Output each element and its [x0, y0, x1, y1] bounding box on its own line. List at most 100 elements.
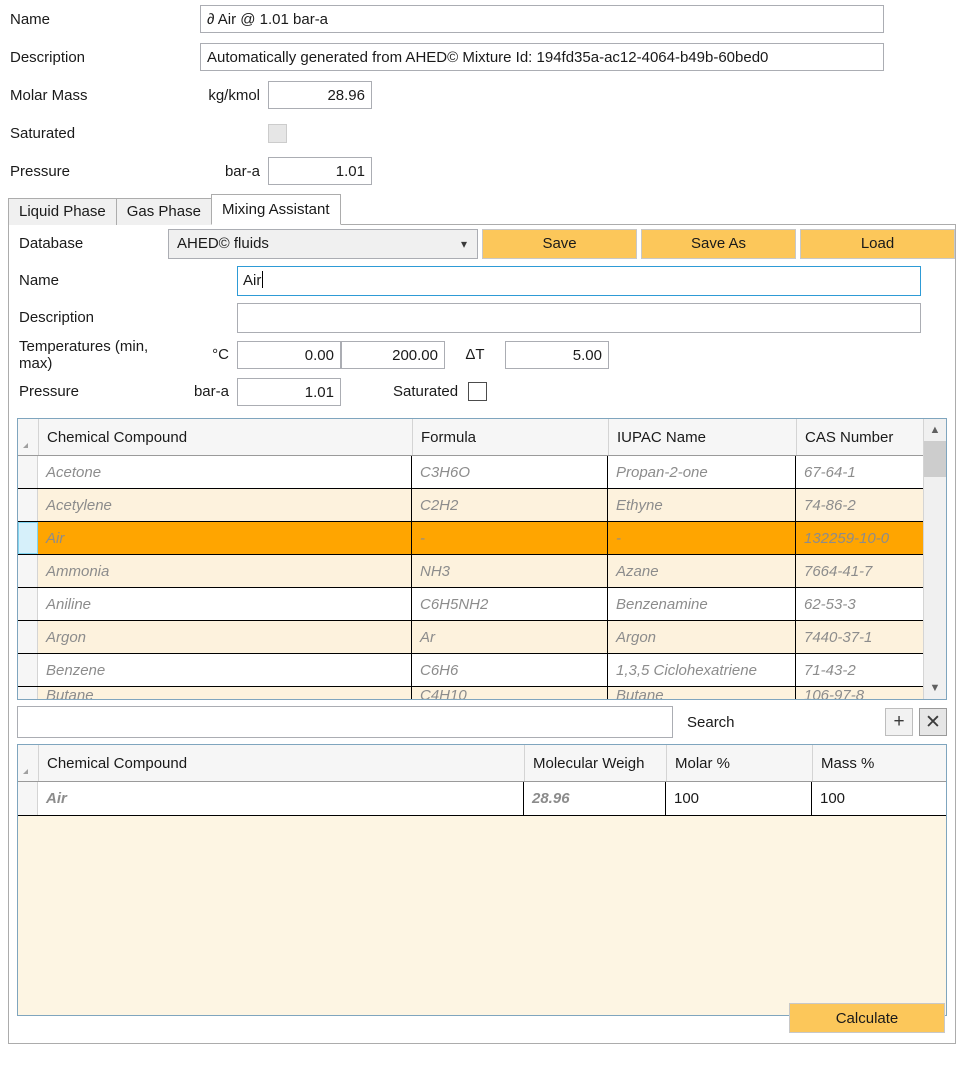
molar-mass-unit: kg/kmol [208, 86, 260, 104]
table-row[interactable]: Butane C4H10 Butane 106-97-8 [18, 687, 923, 699]
compound-grid-header: Chemical Compound Formula IUPAC Name CAS… [18, 419, 927, 456]
description-row: Description Automatically generated from… [0, 38, 964, 76]
tab-mixing-assistant[interactable]: Mixing Assistant [210, 194, 341, 225]
molar-mass-input[interactable]: 28.96 [268, 81, 372, 109]
cell-formula: C6H6 [412, 654, 608, 686]
table-row[interactable]: Acetone C3H6O Propan-2-one 67-64-1 [18, 456, 923, 489]
saturated-row: Saturated [0, 114, 964, 152]
column-header-molecular-weight[interactable]: Molecular Weigh [525, 745, 667, 781]
pressure-label: Pressure [10, 162, 71, 180]
mixture-select-all-corner[interactable] [18, 745, 39, 781]
column-header-formula[interactable]: Formula [413, 419, 609, 455]
mixture-saturated-checkbox[interactable] [468, 382, 488, 401]
row-selector[interactable] [18, 687, 38, 699]
temp-max-input[interactable]: 200.00 [341, 340, 445, 369]
table-row[interactable]: Acetylene C2H2 Ethyne 74-86-2 [18, 489, 923, 522]
add-compound-icon[interactable]: + [885, 708, 913, 736]
cell-iupac: Argon [608, 621, 796, 653]
database-select[interactable]: AHED© fluids ▾ [168, 228, 479, 259]
calculate-button[interactable]: Calculate [789, 1003, 945, 1033]
row-selector[interactable] [18, 522, 38, 554]
save-button[interactable]: Save [482, 228, 638, 259]
cell-cas: 106-97-8 [796, 687, 923, 699]
delta-t-input[interactable]: 5.00 [505, 340, 609, 369]
column-header-iupac-name[interactable]: IUPAC Name [609, 419, 797, 455]
close-icon[interactable]: ✕ [919, 708, 947, 736]
load-button[interactable]: Load [800, 228, 955, 259]
row-selector[interactable] [18, 621, 38, 653]
temperatures-unit: °C [212, 346, 229, 363]
scrollbar-thumb[interactable] [924, 441, 946, 477]
table-row[interactable]: Benzene C6H6 1,3,5 Ciclohexatriene 71-43… [18, 654, 923, 687]
name-row: Name ∂ Air @ 1.01 bar-a [0, 0, 964, 38]
mixture-name-value: Air [243, 271, 262, 289]
cell-formula: C2H2 [412, 489, 608, 521]
save-as-button[interactable]: Save As [641, 228, 797, 259]
cell-compound: Aniline [38, 588, 412, 620]
mixture-pressure-label: Pressure [19, 383, 80, 400]
cell-compound: Acetone [38, 456, 412, 488]
tab-liquid-phase[interactable]: Liquid Phase [8, 198, 117, 225]
pressure-row: Pressure bar-a 1.01 [0, 152, 964, 190]
compound-grid-scrollbar[interactable]: ▲ ▼ [923, 419, 946, 699]
table-row[interactable]: Aniline C6H5NH2 Benzenamine 62-53-3 [18, 588, 923, 621]
cell-iupac: - [608, 522, 796, 554]
mixture-description-row: Description [9, 299, 955, 336]
chevron-down-icon: ▾ [461, 236, 468, 251]
mixture-name-label: Name [19, 272, 60, 289]
select-all-corner[interactable] [18, 419, 39, 455]
database-row: Database AHED© fluids ▾ Save Save As Loa… [9, 225, 955, 262]
table-row[interactable]: Ammonia NH3 Azane 7664-41-7 [18, 555, 923, 588]
row-selector[interactable] [18, 588, 38, 620]
mixing-assistant-panel: Database AHED© fluids ▾ Save Save As Loa… [8, 224, 956, 1044]
temp-min-input[interactable]: 0.00 [237, 340, 341, 369]
temperatures-label: Temperatures (min, max) [19, 337, 149, 372]
cell-compound: Acetylene [38, 489, 412, 521]
scroll-up-icon[interactable]: ▲ [924, 419, 946, 441]
cell-molecular-weight[interactable]: 28.96 [524, 782, 666, 815]
scrollbar-track[interactable] [924, 441, 946, 677]
cell-cas: 7664-41-7 [796, 555, 923, 587]
mixture-name-input[interactable]: Air [237, 265, 921, 296]
mixture-description-label: Description [19, 309, 95, 326]
row-selector[interactable] [18, 489, 38, 521]
cell-mixture-compound: Air [38, 782, 524, 815]
cell-compound: Butane [38, 687, 412, 699]
search-input[interactable] [17, 706, 673, 738]
cell-cas: 7440-37-1 [796, 621, 923, 653]
cell-formula: NH3 [412, 555, 608, 587]
text-caret [262, 270, 264, 288]
cell-iupac: Propan-2-one [608, 456, 796, 488]
row-selector[interactable] [18, 555, 38, 587]
cell-cas: 71-43-2 [796, 654, 923, 686]
mixture-pressure-input[interactable]: 1.01 [237, 377, 341, 406]
column-header-mass-percent[interactable]: Mass % [813, 745, 946, 781]
column-header-mixture-compound[interactable]: Chemical Compound [39, 745, 525, 781]
name-label: Name [10, 10, 51, 28]
description-input[interactable]: Automatically generated from AHED© Mixtu… [200, 43, 884, 71]
name-input[interactable]: ∂ Air @ 1.01 bar-a [200, 5, 884, 33]
column-header-chemical-compound[interactable]: Chemical Compound [39, 419, 413, 455]
molar-mass-row: Molar Mass kg/kmol 28.96 [0, 76, 964, 114]
compound-grid: Chemical Compound Formula IUPAC Name CAS… [17, 418, 947, 700]
cell-molar-percent[interactable]: 100 [666, 782, 812, 815]
mixture-description-input[interactable] [237, 302, 921, 333]
row-selector[interactable] [18, 654, 38, 686]
pressure-input[interactable]: 1.01 [268, 157, 372, 185]
cell-cas: 62-53-3 [796, 588, 923, 620]
table-row[interactable]: Argon Ar Argon 7440-37-1 [18, 621, 923, 654]
mixture-name-row: Name Air [9, 262, 955, 299]
column-header-molar-percent[interactable]: Molar % [667, 745, 813, 781]
table-row[interactable]: Air 28.96 100 100 [18, 782, 946, 816]
row-selector[interactable] [18, 782, 38, 815]
scroll-down-icon[interactable]: ▼ [924, 677, 946, 699]
row-selector[interactable] [18, 456, 38, 488]
cell-formula: C4H10 [412, 687, 608, 699]
pressure-unit: bar-a [224, 162, 260, 180]
tab-gas-phase[interactable]: Gas Phase [115, 198, 212, 225]
cell-mass-percent[interactable]: 100 [812, 782, 946, 815]
cell-iupac: 1,3,5 Ciclohexatriene [608, 654, 796, 686]
table-row-selected[interactable]: Air - - 132259-10-0 [18, 522, 923, 555]
cell-iupac: Benzenamine [608, 588, 796, 620]
column-header-cas-number[interactable]: CAS Number [797, 419, 927, 455]
